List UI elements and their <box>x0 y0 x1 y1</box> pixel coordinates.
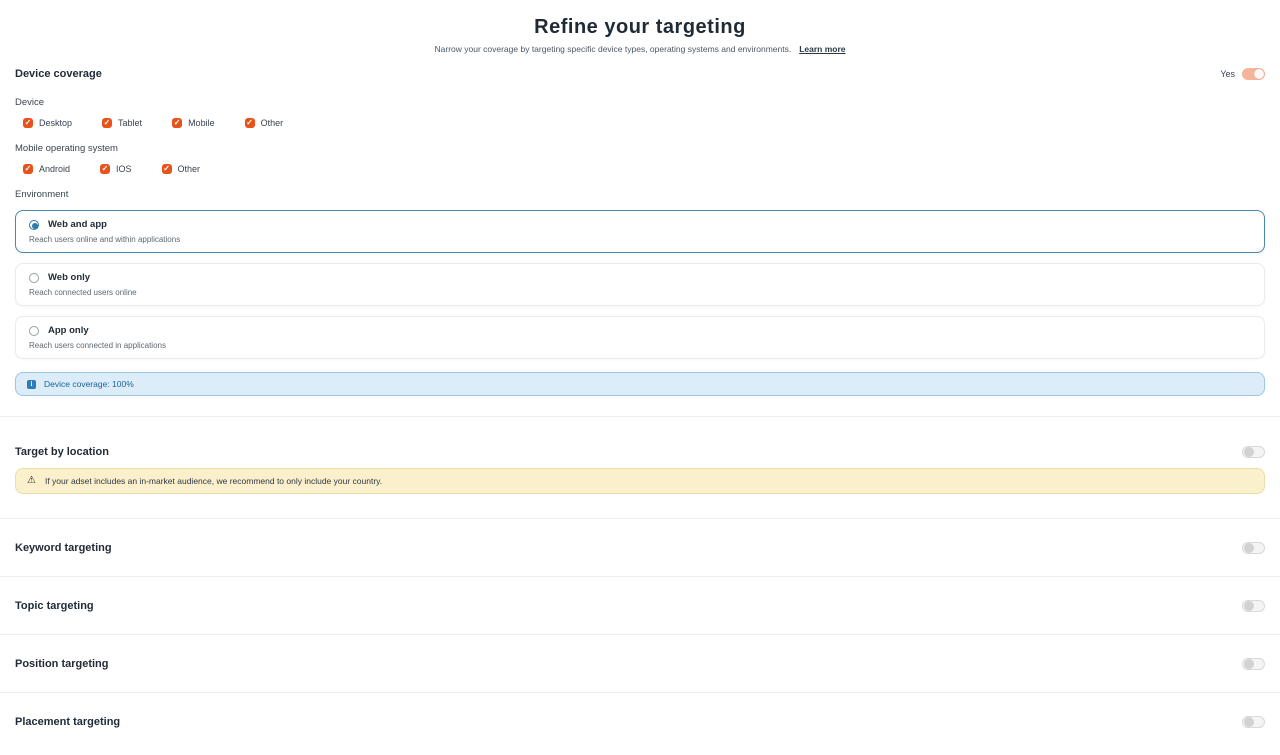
checkbox-label: Other <box>177 164 201 174</box>
checkbox-device-other[interactable]: ✓ Other <box>244 118 284 128</box>
checkbox-label: Mobile <box>188 118 215 128</box>
checkbox-tablet[interactable]: ✓ Tablet <box>102 118 142 128</box>
card-description: Reach users connected in applications <box>29 341 166 350</box>
checkbox-mobile[interactable]: ✓ Mobile <box>172 118 215 128</box>
checkbox-os-other[interactable]: ✓ Other <box>161 164 201 174</box>
checkbox-checked-icon: ✓ <box>100 164 111 174</box>
divider <box>0 416 1280 417</box>
card-title: Web and app <box>48 219 107 230</box>
card-title: App only <box>48 325 89 336</box>
checkbox-label: IOS <box>116 164 132 174</box>
subtitle-text: Narrow your coverage by targeting specif… <box>434 44 792 54</box>
device-coverage-toggle[interactable] <box>1242 68 1265 80</box>
toggle-knob <box>1244 658 1254 669</box>
warning-text: If your adset includes an in-market audi… <box>44 476 383 486</box>
environment-card-app-only[interactable]: App only Reach users connected in applic… <box>15 316 1265 359</box>
card-head: App only <box>29 325 1251 336</box>
warning-icon: ⚠ <box>27 475 36 486</box>
page-subtitle: Narrow your coverage by targeting specif… <box>15 44 1265 54</box>
radio-icon[interactable] <box>29 272 39 283</box>
location-warning-banner: ⚠ If your adset includes an in-market au… <box>15 468 1265 494</box>
refine-targeting-page: Refine your targeting Narrow your covera… <box>0 0 1280 750</box>
device-coverage-toggle-wrap: Yes <box>1220 68 1265 80</box>
card-title: Web only <box>48 272 91 283</box>
toggle-knob <box>1244 600 1254 611</box>
device-coverage-header-row: Device coverage Yes <box>15 68 1265 80</box>
placement-targeting-title: Placement targeting <box>15 715 121 728</box>
radio-selected-icon[interactable] <box>29 219 39 230</box>
keyword-targeting-toggle[interactable] <box>1242 541 1265 554</box>
os-checkbox-row: ✓ Android ✓ IOS ✓ Other <box>23 164 1265 174</box>
target-by-location-title: Target by location <box>15 446 109 458</box>
toggle-knob <box>1254 69 1264 79</box>
checkbox-checked-icon: ✓ <box>244 118 255 128</box>
learn-more-link[interactable]: Learn more <box>799 44 845 54</box>
checkbox-checked-icon: ✓ <box>23 118 33 128</box>
section-placement-targeting: Placement targeting <box>15 693 1265 750</box>
checkbox-ios[interactable]: ✓ IOS <box>100 164 132 174</box>
checkbox-android[interactable]: ✓ Android <box>23 164 70 174</box>
checkbox-checked-icon: ✓ <box>172 118 183 128</box>
card-description: Reach connected users online <box>29 288 137 297</box>
device-coverage-info-banner: i Device coverage: 100% <box>15 372 1265 396</box>
toggle-knob <box>1244 447 1254 457</box>
info-banner-text: Device coverage: 100% <box>44 379 134 389</box>
checkbox-label: Android <box>39 164 71 174</box>
position-targeting-title: Position targeting <box>15 657 109 670</box>
device-checkbox-row: ✓ Desktop ✓ Tablet ✓ Mobile ✓ Other <box>23 118 1265 128</box>
info-icon: i <box>27 379 36 389</box>
device-label: Device <box>15 97 45 108</box>
topic-targeting-toggle[interactable] <box>1242 599 1265 612</box>
target-by-location-row: Target by location <box>15 446 1265 458</box>
checkbox-label: Other <box>260 118 284 128</box>
target-by-location-toggle[interactable] <box>1242 446 1265 458</box>
checkbox-checked-icon: ✓ <box>161 164 172 174</box>
environment-card-web-only[interactable]: Web only Reach connected users online <box>15 263 1265 306</box>
keyword-targeting-title: Keyword targeting <box>15 541 112 554</box>
radio-icon[interactable] <box>29 325 39 336</box>
section-position-targeting: Position targeting <box>15 635 1265 692</box>
topic-targeting-title: Topic targeting <box>15 599 94 612</box>
section-topic-targeting: Topic targeting <box>15 577 1265 634</box>
environment-card-web-and-app[interactable]: Web and app Reach users online and withi… <box>15 210 1265 253</box>
placement-targeting-toggle[interactable] <box>1242 715 1265 728</box>
environment-label: Environment <box>15 189 69 200</box>
checkbox-checked-icon: ✓ <box>102 118 113 128</box>
card-head: Web only <box>29 272 1251 283</box>
page-title: Refine your targeting <box>534 16 746 38</box>
toggle-knob <box>1244 716 1254 727</box>
card-head: Web and app <box>29 219 1251 230</box>
device-coverage-toggle-label: Yes <box>1220 69 1235 79</box>
card-description: Reach users online and within applicatio… <box>29 235 181 244</box>
checkbox-label: Tablet <box>118 118 143 128</box>
checkbox-desktop[interactable]: ✓ Desktop <box>23 118 72 128</box>
environment-cards: Web and app Reach users online and withi… <box>15 210 1265 359</box>
page-header: Refine your targeting Narrow your covera… <box>15 0 1265 54</box>
toggle-knob <box>1244 542 1254 553</box>
checkbox-label: Desktop <box>39 118 73 128</box>
checkbox-checked-icon: ✓ <box>23 164 33 174</box>
mobile-os-label: Mobile operating system <box>15 143 118 154</box>
position-targeting-toggle[interactable] <box>1242 657 1265 670</box>
section-keyword-targeting: Keyword targeting <box>15 519 1265 576</box>
device-coverage-title: Device coverage <box>15 68 102 80</box>
